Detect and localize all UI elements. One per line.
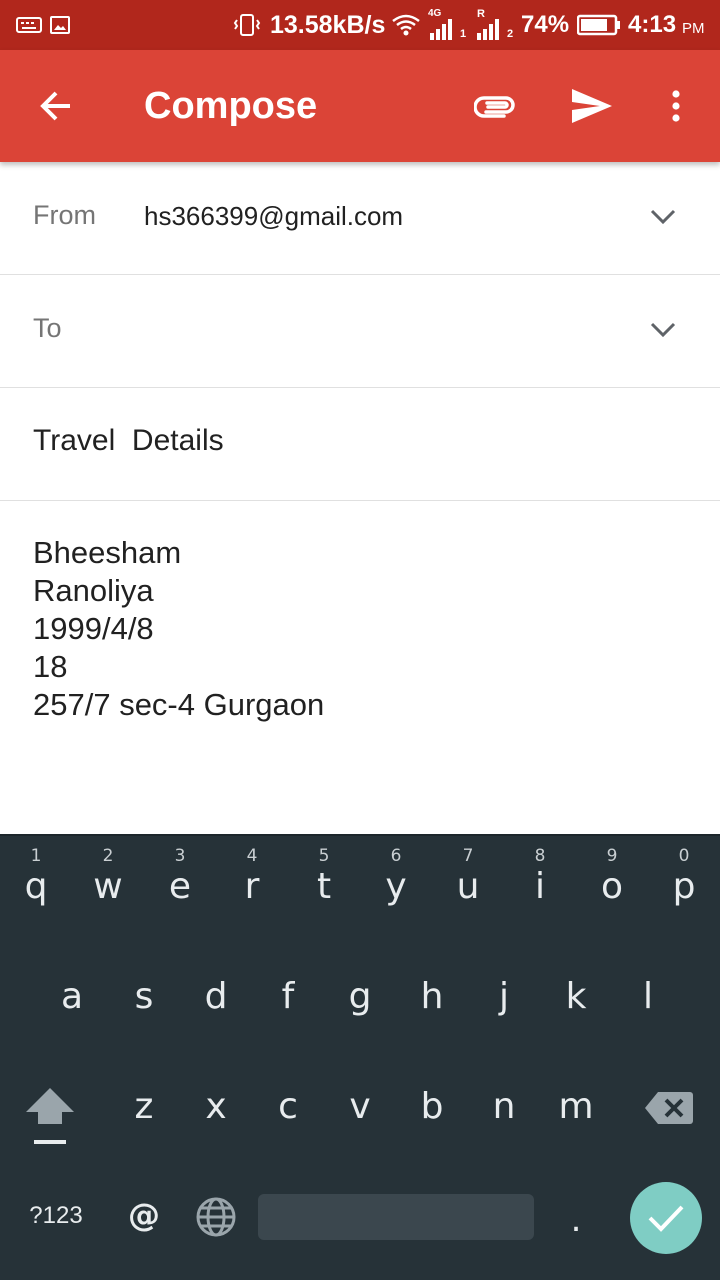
- key-k[interactable]: k: [540, 946, 612, 1056]
- arrow-left-icon: [40, 91, 70, 121]
- subject-row[interactable]: Travel Details: [0, 388, 720, 501]
- battery-icon: [577, 0, 621, 50]
- to-expand-button[interactable]: [646, 313, 680, 347]
- key-b[interactable]: b: [396, 1056, 468, 1168]
- sim1-slot-label: 1: [460, 28, 467, 40]
- message-body-field[interactable]: Bheesham Ranoliya 1999/4/8 18 257/7 sec-…: [33, 534, 324, 724]
- key-j[interactable]: j: [468, 946, 540, 1056]
- at-key[interactable]: @: [108, 1180, 180, 1254]
- from-row[interactable]: From hs366399@gmail.com: [0, 162, 720, 275]
- key-s[interactable]: s: [108, 946, 180, 1056]
- keyboard-notification-icon: [16, 0, 42, 50]
- back-button[interactable]: [16, 50, 96, 162]
- symbols-key[interactable]: ?123: [12, 1180, 100, 1254]
- compose-app-bar: Compose: [0, 50, 720, 162]
- key-v[interactable]: v: [324, 1056, 396, 1168]
- more-vert-icon: [672, 90, 680, 122]
- body-line: 1999/4/8: [33, 611, 154, 646]
- shift-key[interactable]: [0, 1056, 100, 1168]
- key-e[interactable]: 3e: [144, 834, 216, 946]
- from-label: From: [33, 200, 96, 230]
- key-q[interactable]: 1q: [0, 834, 72, 946]
- key-x[interactable]: x: [180, 1056, 252, 1168]
- attach-button[interactable]: [456, 50, 536, 162]
- send-icon: [572, 89, 612, 123]
- body-line: 18: [33, 649, 68, 684]
- network-speed: 13.58kB/s: [270, 10, 386, 39]
- battery-percent: 74%: [521, 11, 570, 38]
- key-o[interactable]: 9o: [576, 834, 648, 946]
- key-t[interactable]: 5t: [288, 834, 360, 946]
- key-p[interactable]: 0p: [648, 834, 720, 946]
- to-row[interactable]: To: [0, 275, 720, 388]
- backspace-key[interactable]: [628, 1056, 720, 1168]
- body-line: Ranoliya: [33, 573, 154, 608]
- key-y[interactable]: 6y: [360, 834, 432, 946]
- check-icon: [648, 1205, 684, 1232]
- clock-time: 4:13: [628, 11, 677, 38]
- image-notification-icon: [50, 0, 70, 50]
- space-bar[interactable]: [258, 1194, 534, 1240]
- key-z[interactable]: z: [108, 1056, 180, 1168]
- key-r[interactable]: 4r: [216, 834, 288, 946]
- period-key[interactable]: .: [540, 1180, 612, 1254]
- status-bar: 13.58kB/s 4G 1 R 2 74% 4:13 PM: [0, 0, 720, 50]
- to-label: To: [33, 313, 62, 343]
- key-i[interactable]: 8i: [504, 834, 576, 946]
- key-g[interactable]: g: [324, 946, 396, 1056]
- chevron-down-icon: [650, 322, 676, 338]
- key-m[interactable]: m: [540, 1056, 612, 1168]
- page-title: Compose: [144, 85, 318, 127]
- subject-field[interactable]: Travel Details: [33, 424, 224, 458]
- body-line: Bheesham: [33, 535, 182, 570]
- signal-sim2-icon: R 2: [475, 0, 515, 50]
- backspace-icon: [645, 1092, 693, 1124]
- overflow-menu-button[interactable]: [636, 50, 716, 162]
- wifi-icon: [391, 0, 421, 50]
- done-button[interactable]: [630, 1182, 702, 1254]
- key-f[interactable]: f: [252, 946, 324, 1056]
- vibrate-icon: [232, 0, 262, 50]
- clock-ampm: PM: [682, 19, 705, 37]
- signal-sim1-icon: 4G 1: [428, 0, 466, 50]
- body-line: 257/7 sec-4 Gurgaon: [33, 687, 325, 722]
- key-l[interactable]: l: [612, 946, 684, 1056]
- key-n[interactable]: n: [468, 1056, 540, 1168]
- key-u[interactable]: 7u: [432, 834, 504, 946]
- from-account[interactable]: hs366399@gmail.com: [144, 201, 403, 232]
- key-h[interactable]: h: [396, 946, 468, 1056]
- key-d[interactable]: d: [180, 946, 252, 1056]
- key-w[interactable]: 2w: [72, 834, 144, 946]
- from-dropdown-button[interactable]: [646, 200, 680, 234]
- shift-arrow-icon: [26, 1088, 74, 1144]
- language-key[interactable]: [180, 1180, 252, 1254]
- send-button[interactable]: [552, 50, 632, 162]
- sim2-slot-label: 2: [507, 28, 514, 40]
- chevron-down-icon: [650, 209, 676, 225]
- key-a[interactable]: a: [36, 946, 108, 1056]
- paperclip-icon: [474, 96, 515, 118]
- key-c[interactable]: c: [252, 1056, 324, 1168]
- globe-icon: [196, 1197, 236, 1237]
